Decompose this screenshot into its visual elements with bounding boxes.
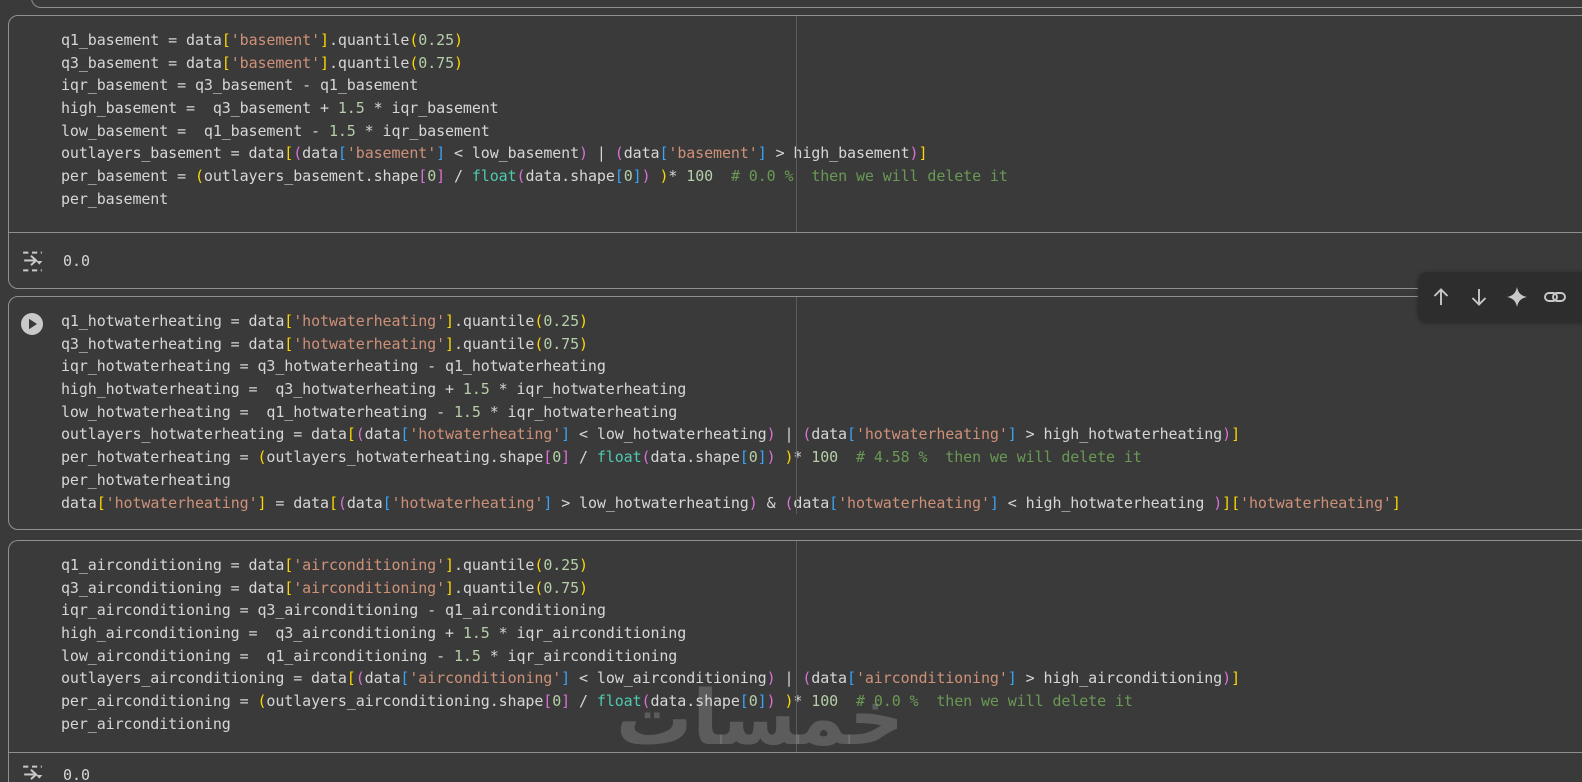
cell-output-row: 0.0	[9, 753, 1582, 782]
code-line: high_airconditioning = q3_airconditionin…	[61, 624, 687, 643]
code-line: high_hotwaterheating = q3_hotwaterheatin…	[61, 380, 687, 399]
code-line: outlayers_basement = data[(data['basemen…	[61, 144, 928, 163]
code-line: q1_airconditioning = data['airconditioni…	[61, 556, 588, 574]
editor-ruler	[796, 16, 797, 233]
code-line: per_hotwaterheating	[61, 470, 231, 489]
code-line: iqr_airconditioning = q3_airconditioning…	[61, 601, 606, 620]
cell-output-value: 0.0	[63, 766, 91, 782]
code-editor[interactable]: q1_airconditioning = data['airconditioni…	[9, 541, 1582, 752]
copy-link-button[interactable]	[1543, 285, 1567, 309]
code-line: low_airconditioning = q1_airconditioning…	[61, 646, 678, 665]
code-line: per_hotwaterheating = (outlayers_hotwate…	[61, 448, 1142, 467]
code-cell-basement: q1_basement = data['basement'].quantile(…	[8, 15, 1582, 289]
code-cell-airconditioning: q1_airconditioning = data['airconditioni…	[8, 540, 1582, 782]
code-line: q3_airconditioning = data['airconditioni…	[61, 578, 588, 597]
notebook-page: q1_basement = data['basement'].quantile(…	[0, 0, 1582, 782]
code-line: low_hotwaterheating = q1_hotwaterheating…	[61, 402, 678, 421]
code-line: q1_basement = data['basement'].quantile(…	[61, 31, 463, 49]
code-line: outlayers_airconditioning = data[(data['…	[61, 669, 1240, 688]
move-cell-up-icon	[1433, 288, 1449, 305]
code-line: per_airconditioning	[61, 714, 231, 733]
ai-sparkle-button[interactable]	[1505, 285, 1529, 309]
editor-ruler	[796, 297, 797, 515]
code-line: data['hotwaterheating'] = data[(data['ho…	[61, 493, 1401, 512]
output-indicator-icon[interactable]	[20, 763, 45, 782]
output-indicator-icon[interactable]	[20, 249, 45, 274]
move-cell-up-button[interactable]	[1429, 285, 1453, 309]
cell-output-value: 0.0	[63, 252, 91, 270]
code-line: q1_hotwaterheating = data['hotwaterheati…	[61, 312, 588, 330]
cell-output-row: 0.0	[9, 233, 1582, 289]
ai-sparkle-icon	[1507, 287, 1527, 307]
code-line: low_basement = q1_basement - 1.5 * iqr_b…	[61, 121, 490, 140]
cell-toolbar	[1418, 272, 1582, 322]
code-line: q3_basement = data['basement'].quantile(…	[61, 53, 463, 72]
code-editor[interactable]: q1_hotwaterheating = data['hotwaterheati…	[9, 297, 1582, 515]
previous-cell-partial-border	[31, 0, 1582, 8]
code-line: iqr_basement = q3_basement - q1_basement	[61, 76, 419, 95]
move-cell-down-button[interactable]	[1467, 285, 1491, 309]
code-line: outlayers_hotwaterheating = data[(data['…	[61, 425, 1240, 444]
code-line: per_basement = (outlayers_basement.shape…	[61, 167, 1008, 186]
code-line: q3_hotwaterheating = data['hotwaterheati…	[61, 334, 588, 353]
code-line: per_basement	[61, 189, 169, 208]
editor-ruler	[796, 541, 797, 752]
code-line: per_airconditioning = (outlayers_aircond…	[61, 692, 1133, 711]
code-editor[interactable]: q1_basement = data['basement'].quantile(…	[9, 16, 1582, 233]
move-cell-down-icon	[1471, 289, 1487, 306]
code-line: high_basement = q3_basement + 1.5 * iqr_…	[61, 99, 499, 118]
code-cell-hotwaterheating: q1_hotwaterheating = data['hotwaterheati…	[8, 296, 1582, 530]
link-icon	[1544, 292, 1566, 302]
code-line: iqr_hotwaterheating = q3_hotwaterheating…	[61, 357, 606, 376]
